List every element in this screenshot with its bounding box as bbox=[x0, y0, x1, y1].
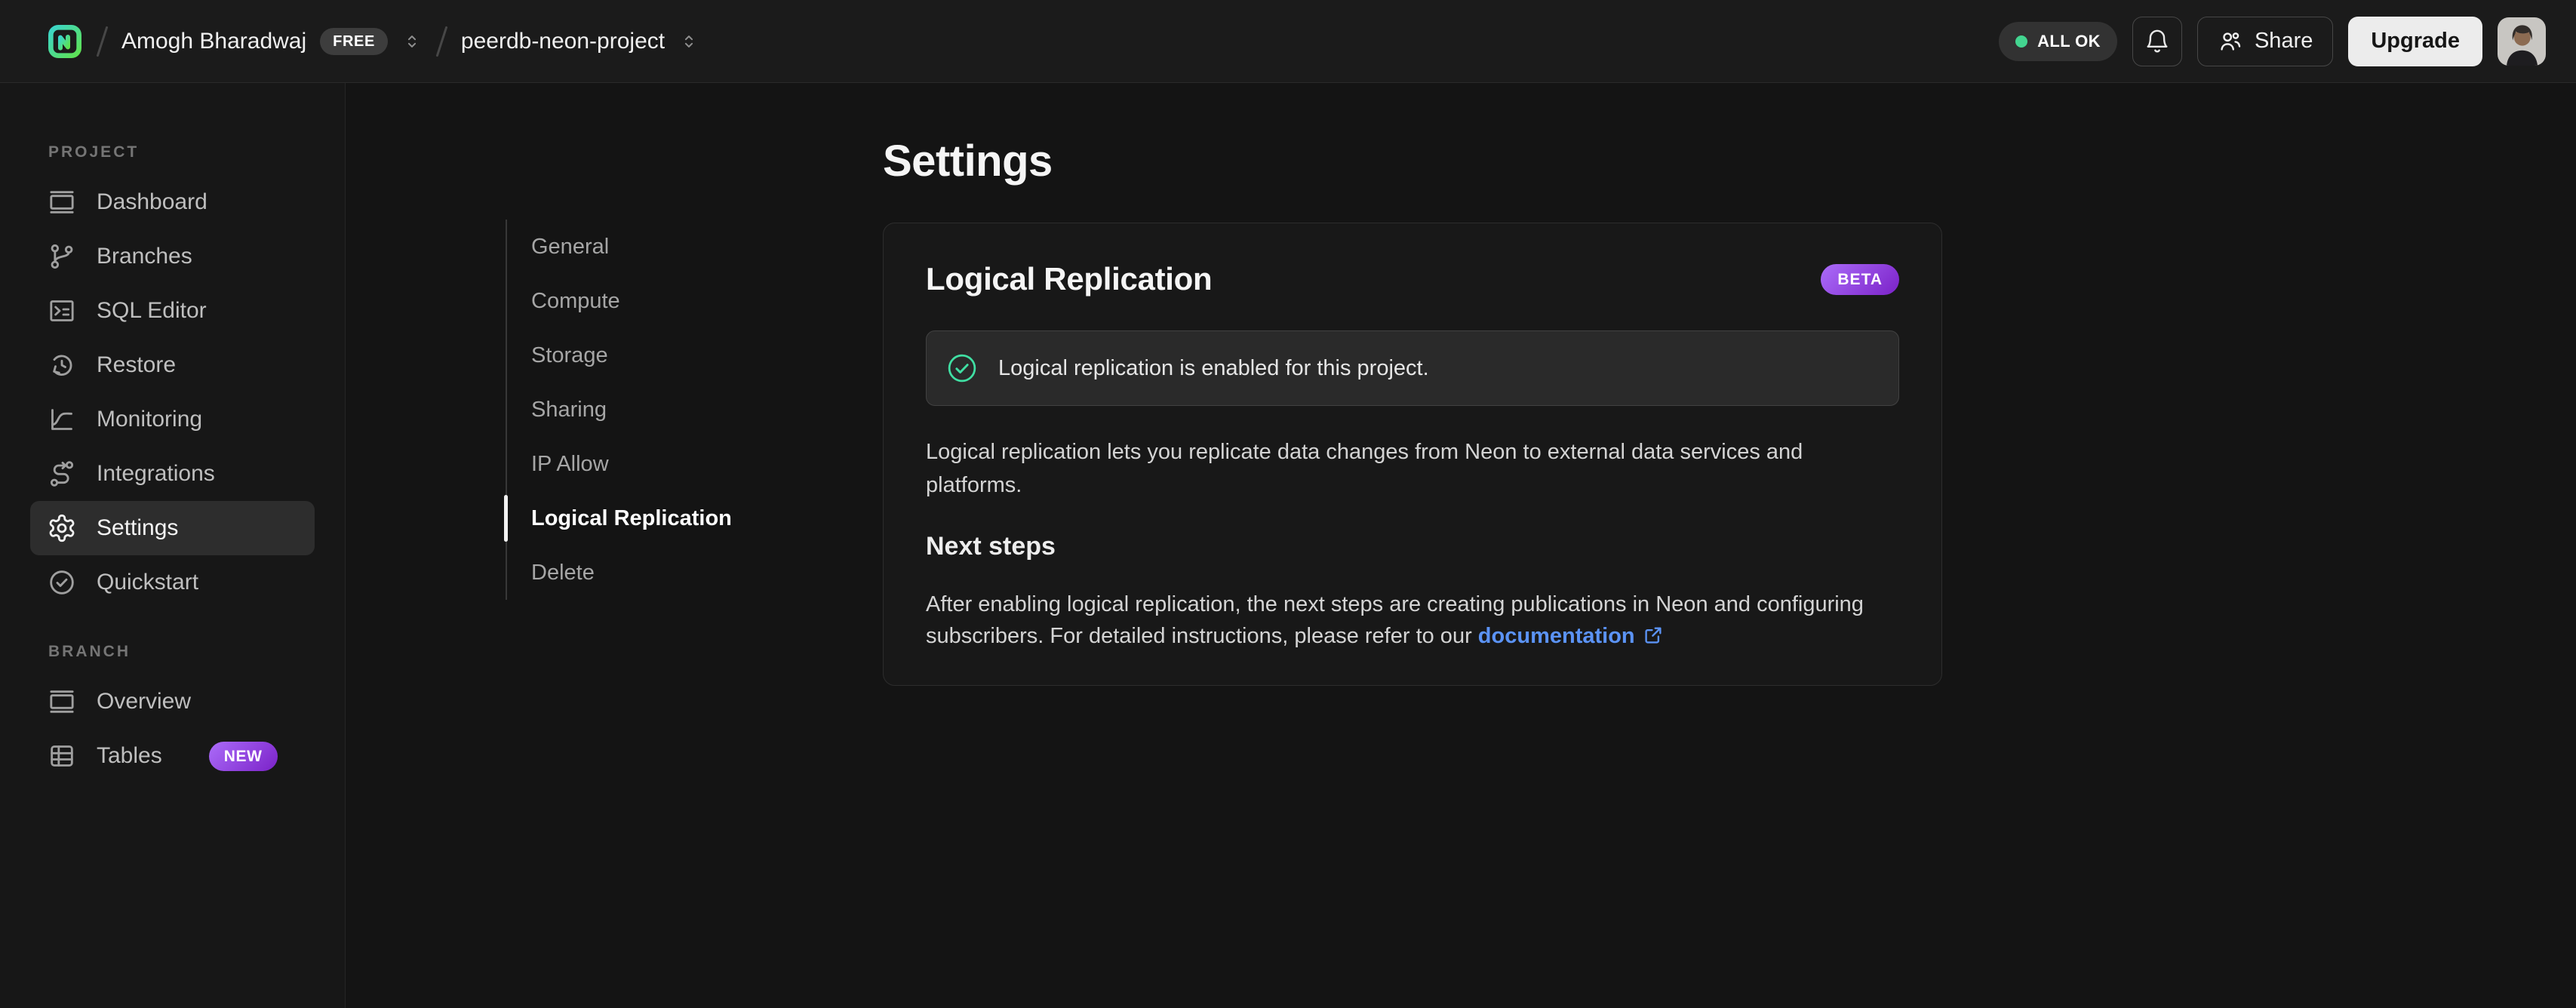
plan-badge: FREE bbox=[320, 27, 388, 55]
breadcrumb-separator bbox=[435, 26, 448, 57]
branches-icon bbox=[51, 244, 73, 269]
app-header: Amogh Bharadwaj FREE peerdb-neon-project… bbox=[0, 0, 2576, 83]
sidebar-item-monitoring[interactable]: Monitoring bbox=[30, 392, 315, 447]
chevron-updown-icon bbox=[685, 35, 693, 48]
sidebar-item-settings[interactable]: Settings bbox=[30, 501, 315, 555]
dashboard-icon bbox=[50, 191, 74, 214]
breadcrumb-org[interactable]: Amogh Bharadwaj FREE bbox=[121, 27, 423, 55]
sidebar-section-branch: BRANCH bbox=[48, 643, 131, 660]
next-steps-text: After enabling logical replication, the … bbox=[926, 592, 1864, 649]
logical-replication-card: Logical Replication BETA Logical replica… bbox=[883, 223, 1942, 687]
settings-tab-general[interactable]: General bbox=[507, 220, 733, 274]
users-icon bbox=[2221, 32, 2241, 51]
status-dot-icon bbox=[2015, 35, 2028, 48]
org-name: Amogh Bharadwaj bbox=[121, 28, 307, 54]
documentation-link[interactable]: documentation bbox=[1478, 624, 1635, 648]
avatar-photo bbox=[2498, 17, 2546, 66]
settings-tab-compute[interactable]: Compute bbox=[507, 274, 733, 328]
tables-icon bbox=[51, 745, 73, 767]
settings-content: Settings Logical Replication BETA Logica… bbox=[883, 136, 1942, 687]
next-steps-title: Next steps bbox=[926, 532, 1056, 561]
sidebar-item-quickstart[interactable]: Quickstart bbox=[30, 555, 315, 610]
breadcrumb-separator bbox=[96, 26, 109, 57]
settings-tab-storage[interactable]: Storage bbox=[507, 328, 733, 383]
settings-tab-logical-replication[interactable]: Logical Replication bbox=[504, 491, 733, 545]
sidebar-item-branches[interactable]: Branches bbox=[30, 229, 315, 284]
restore-icon bbox=[53, 355, 72, 376]
breadcrumb-project[interactable]: peerdb-neon-project bbox=[461, 29, 699, 54]
replication-enabled-alert: Logical replication is enabled for this … bbox=[926, 330, 1899, 406]
sidebar-item-overview[interactable]: Overview bbox=[30, 675, 315, 729]
neon-logo[interactable] bbox=[47, 23, 83, 60]
settings-tab-ip-allow[interactable]: IP Allow bbox=[507, 437, 733, 491]
settings-subnav: General Compute Storage Sharing IP Allow… bbox=[504, 220, 733, 600]
user-avatar[interactable] bbox=[2498, 17, 2546, 66]
monitoring-icon bbox=[51, 409, 72, 430]
sidebar-item-dashboard[interactable]: Dashboard bbox=[30, 175, 315, 229]
share-button[interactable]: Share bbox=[2196, 16, 2334, 66]
card-title: Logical Replication bbox=[926, 261, 1213, 297]
gear-icon bbox=[49, 514, 75, 542]
sql-editor-icon bbox=[50, 300, 74, 321]
alert-text: Logical replication is enabled for this … bbox=[998, 355, 1429, 380]
sidebar-item-tables[interactable]: Tables NEW bbox=[30, 729, 315, 783]
success-check-icon bbox=[948, 354, 976, 383]
branch-nav: Overview Tables NEW bbox=[0, 675, 345, 783]
sidebar-item-restore[interactable]: Restore bbox=[30, 338, 315, 392]
external-link-icon bbox=[1645, 627, 1661, 644]
notifications-button[interactable] bbox=[2132, 16, 2182, 66]
integrations-icon bbox=[50, 461, 74, 487]
header-actions: ALL OK Share Upgrade bbox=[1999, 16, 2546, 66]
settings-tab-sharing[interactable]: Sharing bbox=[507, 383, 733, 437]
chevron-updown-icon bbox=[407, 35, 416, 48]
new-badge: NEW bbox=[208, 741, 278, 771]
bell-icon bbox=[2147, 29, 2168, 52]
settings-tab-delete[interactable]: Delete bbox=[507, 545, 733, 600]
status-pill[interactable]: ALL OK bbox=[1999, 21, 2117, 61]
main-area: General Compute Storage Sharing IP Allow… bbox=[346, 83, 2576, 1008]
project-name: peerdb-neon-project bbox=[460, 28, 666, 54]
sidebar: PROJECT Dashboard Branches SQL Editor Re… bbox=[0, 83, 346, 1008]
sidebar-section-project: PROJECT bbox=[48, 143, 140, 161]
sidebar-item-sql-editor[interactable]: SQL Editor bbox=[30, 284, 315, 338]
upgrade-button[interactable]: Upgrade bbox=[2348, 16, 2482, 66]
status-text: ALL OK bbox=[2037, 31, 2101, 51]
page-title: Settings bbox=[883, 137, 1053, 186]
beta-badge: BETA bbox=[1821, 263, 1899, 295]
sidebar-item-integrations[interactable]: Integrations bbox=[30, 447, 315, 501]
share-label: Share bbox=[2254, 29, 2313, 53]
overview-icon bbox=[50, 690, 74, 713]
project-nav: Dashboard Branches SQL Editor Restore Mo… bbox=[0, 175, 345, 610]
replication-description: Logical replication lets you replicate d… bbox=[926, 440, 1803, 497]
check-circle-icon bbox=[50, 570, 74, 595]
card-header: Logical Replication BETA bbox=[926, 261, 1899, 297]
